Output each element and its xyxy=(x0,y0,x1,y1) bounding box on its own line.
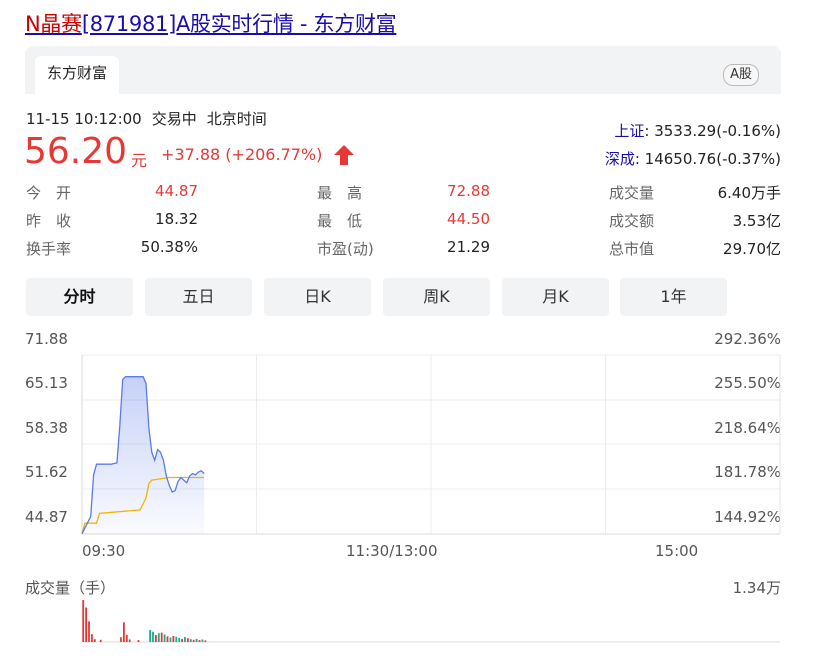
stat-value-turnover: 3.53亿 xyxy=(732,212,781,230)
price-unit: 元 xyxy=(131,151,148,170)
tab-weekly-k[interactable]: 周K xyxy=(383,278,490,316)
volume-bar xyxy=(137,640,140,642)
stat-value-turnover-rate: 50.38% xyxy=(140,238,198,256)
tab-intraday[interactable]: 分时 xyxy=(26,278,133,316)
index-sz-value: : 14650.76(-0.37%) xyxy=(634,150,781,168)
stat-value-prev-close: 18.32 xyxy=(155,210,198,228)
x-tick-close: 15:00 xyxy=(655,542,699,560)
y-right-tick: 144.92% xyxy=(714,508,781,526)
x-tick-midday: 11:30/13:00 xyxy=(346,542,438,560)
trade-state: 交易中 xyxy=(151,110,197,128)
trade-datetime: 11-15 10:12:00 xyxy=(26,110,142,128)
tab-eastmoney[interactable]: 东方财富 xyxy=(35,56,120,94)
index-sz: 深成: 14650.76(-0.37%) xyxy=(605,148,781,169)
title-rest[interactable]: [871981]A股实时行情 - 东方财富 xyxy=(82,12,397,36)
average-price-line xyxy=(81,476,205,534)
stat-value-volume: 6.40万手 xyxy=(717,184,781,202)
page-title-link[interactable]: N晶赛[871981]A股实时行情 - 东方财富 xyxy=(25,8,397,38)
y-left-tick: 71.88 xyxy=(25,330,68,348)
volume-bar xyxy=(125,634,128,642)
source-tab-bar: 东方财富 A股 xyxy=(25,46,781,94)
y-right-tick: 255.50% xyxy=(714,374,781,392)
volume-bar xyxy=(82,600,85,642)
volume-bar xyxy=(166,636,169,642)
timezone: 北京时间 xyxy=(206,110,267,128)
index-sz-link[interactable]: 深成 xyxy=(605,150,635,168)
volume-bar xyxy=(155,635,157,642)
stat-label-open: 今 开 xyxy=(26,184,72,202)
volume-bar xyxy=(99,639,102,642)
volume-label: 成交量（手） xyxy=(25,579,116,597)
index-sh-link[interactable]: 上证 xyxy=(614,122,644,140)
volume-bar xyxy=(189,639,192,642)
volume-bar xyxy=(184,637,186,642)
stock-name[interactable]: N晶赛 xyxy=(25,12,82,36)
stat-label-turnover: 成交额 xyxy=(609,212,655,230)
volume-max-label: 1.34万 xyxy=(732,579,781,597)
volume-bar xyxy=(120,637,122,642)
volume-bar xyxy=(93,639,96,642)
intraday-price-chart xyxy=(81,354,781,643)
tab-five-day[interactable]: 五日 xyxy=(145,278,252,316)
price-line xyxy=(81,376,205,535)
volume-bar xyxy=(157,633,160,642)
stat-value-high: 72.88 xyxy=(447,182,490,200)
y-right-tick: 181.78% xyxy=(714,463,781,481)
index-sh: 上证: 3533.29(-0.16%) xyxy=(614,120,781,141)
volume-bar xyxy=(195,638,198,642)
stat-value-market-cap: 29.70亿 xyxy=(723,240,781,258)
volume-bar xyxy=(169,637,172,642)
stat-label-market-cap: 总市值 xyxy=(609,240,655,258)
volume-bar xyxy=(187,638,189,642)
volume-bar xyxy=(178,637,181,642)
current-price: 56.20 xyxy=(24,131,128,172)
stat-label-volume: 成交量 xyxy=(609,184,655,202)
index-sh-value: : 3533.29(-0.16%) xyxy=(644,122,781,140)
volume-bar xyxy=(172,636,175,642)
volume-bar xyxy=(91,634,93,642)
tab-monthly-k[interactable]: 月K xyxy=(502,278,609,316)
price-area-fill xyxy=(82,376,205,534)
tab-one-year[interactable]: 1年 xyxy=(620,278,727,316)
price-change: +37.88 (+206.77%) xyxy=(161,145,323,164)
volume-bar xyxy=(201,639,204,642)
y-left-tick: 58.38 xyxy=(25,419,68,437)
stat-label-low: 最 低 xyxy=(317,212,363,230)
stat-label-prev-close: 昨 收 xyxy=(26,212,72,230)
market-badge: A股 xyxy=(723,64,759,86)
volume-bar xyxy=(163,634,166,642)
stat-value-pe: 21.29 xyxy=(447,238,490,256)
tab-daily-k[interactable]: 日K xyxy=(264,278,371,316)
volume-bar xyxy=(123,622,125,642)
stat-label-pe: 市盈(动) xyxy=(317,240,374,258)
volume-bar xyxy=(85,607,87,642)
volume-bar xyxy=(198,640,201,642)
volume-bar xyxy=(152,631,154,642)
y-left-tick: 44.87 xyxy=(25,508,68,526)
y-left-tick: 65.13 xyxy=(25,374,68,392)
trade-status: 11-15 10:12:00 交易中 北京时间 xyxy=(26,108,277,129)
volume-bar xyxy=(204,640,207,642)
stat-label-turnover-rate: 换手率 xyxy=(26,240,72,258)
stat-value-low: 44.50 xyxy=(447,210,490,228)
y-left-tick: 51.62 xyxy=(25,463,68,481)
stat-value-open: 44.87 xyxy=(155,182,198,200)
stat-label-high: 最 高 xyxy=(317,184,363,202)
x-tick-open: 09:30 xyxy=(82,542,126,560)
volume-bar xyxy=(175,636,178,642)
volume-bar xyxy=(192,639,195,642)
y-right-tick: 292.36% xyxy=(714,330,781,348)
volume-bar xyxy=(88,621,90,642)
y-right-tick: 218.64% xyxy=(714,419,781,437)
volume-bar xyxy=(128,639,131,642)
volume-bar xyxy=(149,630,151,642)
volume-bar xyxy=(160,632,163,642)
up-arrow-icon xyxy=(334,145,354,165)
volume-bar xyxy=(181,638,183,642)
